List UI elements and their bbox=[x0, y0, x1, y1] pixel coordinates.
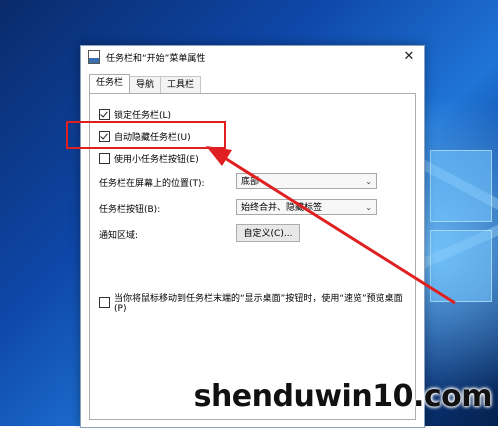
notification-area-label: 通知区域: bbox=[99, 231, 139, 241]
taskbar-properties-dialog: 任务栏和“开始”菜单属性 ✕ 任务栏 导航 工具栏 锁定任务栏(L) 自动隐藏任… bbox=[80, 45, 425, 428]
small-buttons-checkbox[interactable] bbox=[99, 153, 110, 164]
lock-taskbar-label: 锁定任务栏(L) bbox=[114, 111, 172, 121]
close-button[interactable]: ✕ bbox=[400, 48, 418, 66]
customize-button[interactable]: 自定义(C)... bbox=[236, 224, 300, 242]
chevron-down-icon: ⌄ bbox=[365, 177, 372, 186]
peek-label: 当你将鼠标移动到任务栏末端的“显示桌面”按钮时，使用“速览”预览桌面(P) bbox=[114, 294, 403, 314]
title-bar: 任务栏和“开始”菜单属性 ✕ bbox=[81, 46, 424, 68]
tab-toolbars[interactable]: 工具栏 bbox=[160, 76, 202, 93]
lock-taskbar-checkbox[interactable] bbox=[99, 109, 110, 120]
tab-taskbar[interactable]: 任务栏 bbox=[89, 74, 131, 93]
watermark-text: shenduwin10.com bbox=[193, 379, 493, 414]
dialog-title: 任务栏和“开始”菜单属性 bbox=[106, 53, 206, 64]
peek-option[interactable]: 当你将鼠标移动到任务栏末端的“显示桌面”按钮时，使用“速览”预览桌面(P) bbox=[99, 291, 415, 314]
buttons-label: 任务栏按钮(B): bbox=[99, 205, 161, 215]
tab-strip: 任务栏 导航 工具栏 bbox=[89, 74, 202, 93]
location-label: 任务栏在屏幕上的位置(T): bbox=[99, 179, 205, 189]
chevron-down-icon: ⌄ bbox=[365, 203, 372, 212]
small-buttons-label: 使用小任务栏按钮(E) bbox=[114, 155, 199, 165]
small-buttons-option[interactable]: 使用小任务栏按钮(E) bbox=[99, 152, 199, 165]
taskbar-settings-icon bbox=[88, 50, 100, 64]
tab-navigation[interactable]: 导航 bbox=[129, 76, 162, 93]
peek-checkbox[interactable] bbox=[99, 297, 110, 308]
lock-taskbar-option[interactable]: 锁定任务栏(L) bbox=[99, 108, 171, 121]
buttons-value: 始终合并、隐藏标签 bbox=[241, 203, 323, 213]
windows-logo-pane bbox=[430, 230, 492, 302]
highlight-box bbox=[66, 121, 226, 149]
buttons-dropdown[interactable]: 始终合并、隐藏标签 ⌄ bbox=[236, 199, 377, 215]
location-value: 底部 bbox=[241, 177, 260, 187]
location-dropdown[interactable]: 底部 ⌄ bbox=[236, 173, 377, 189]
windows-logo-pane bbox=[430, 150, 492, 222]
